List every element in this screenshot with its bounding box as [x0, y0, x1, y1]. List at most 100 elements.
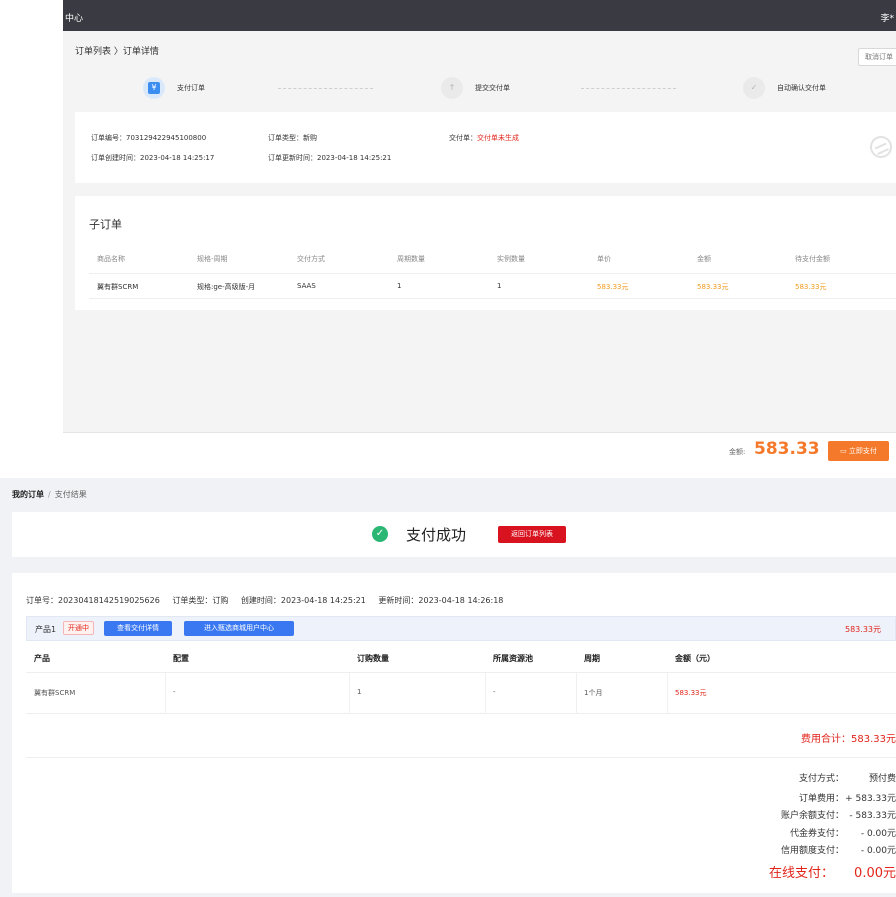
- order-info-card: 订单编号：703129422945100800 订单类型：新购 交付单：交付单未…: [75, 112, 896, 183]
- card-icon: ▭: [840, 447, 849, 455]
- cell-spec: 规格:ge-高级版-月: [197, 283, 256, 291]
- order-meta: 订单号：20230418142519025626 订单类型：订购 创建时间：20…: [26, 595, 513, 606]
- status-badge: 开通中: [63, 621, 94, 635]
- order-updated-time: 更新时间：2023-04-18 14:26:18: [378, 596, 504, 605]
- order-created-time: 创建时间：2023-04-18 14:25:21: [240, 596, 366, 605]
- cancel-order-button[interactable]: 取消订单: [858, 48, 896, 66]
- delivery-value: 交付单未生成: [477, 134, 519, 142]
- cell-cycle-count: 1: [397, 282, 402, 290]
- order-number: 订单号：20230418142519025626: [26, 596, 160, 605]
- cell-quantity: 1: [357, 688, 362, 696]
- table-row: 翼有群SCRM 规格:ge-高级版-月 SAAS 1 1 583.33元 583…: [89, 273, 896, 299]
- breadcrumb-current: 支付结果: [54, 490, 87, 499]
- divider: [26, 757, 896, 758]
- breadcrumb: 我的订单 / 支付结果: [12, 489, 87, 500]
- order-created-time: 订单创建时间：2023-04-18 14:25:17: [91, 154, 215, 162]
- cell-divider: [165, 673, 166, 714]
- user-name[interactable]: 李*: [880, 11, 894, 24]
- order-type: 订单类型：订购: [172, 596, 229, 605]
- cell-pending-amount: 583.33元: [795, 283, 827, 291]
- cell-unit-price: 583.33元: [597, 283, 629, 291]
- summary-label: 账户余额支付：: [780, 811, 844, 821]
- table-header: 产品 配置 订购数量 所属资源池 周期 金额（元）: [26, 642, 896, 673]
- breadcrumb-separator: /: [48, 490, 51, 499]
- order-type: 订单类型：新购: [268, 134, 317, 142]
- amount-label: 金额:: [729, 448, 746, 456]
- breadcrumb[interactable]: 订单列表 〉订单详情: [75, 44, 159, 57]
- order-result-card: 订单号：20230418142519025626 订单类型：订购 创建时间：20…: [12, 573, 896, 893]
- online-pay-value: 0.00元: [854, 866, 896, 881]
- column-header: 所属资源池: [493, 654, 533, 663]
- top-header: 中心 李*: [63, 0, 896, 31]
- cell-divider: [576, 673, 577, 714]
- column-header: 产品: [34, 654, 50, 663]
- summary-order-fee: 订单费用： + 583.33元: [636, 791, 896, 805]
- cell-product: 翼有群SCRM: [34, 689, 76, 697]
- summary-balance-pay: 账户余额支付： - 583.33元: [636, 808, 896, 822]
- amount-value: 583.33: [754, 439, 820, 459]
- step-divider: [581, 88, 676, 89]
- column-header: 实例数量: [497, 255, 525, 263]
- cell-amount: 583.33元: [697, 283, 729, 291]
- column-header: 单价: [597, 255, 611, 263]
- summary-label: 代金券支付：: [789, 829, 844, 839]
- cell-config: -: [173, 688, 176, 696]
- product-bar: 产品1 开通中 查看交付详情 进入甄选商城用户中心 583.33元: [26, 616, 896, 641]
- cell-divider: [485, 673, 486, 714]
- step-divider: [278, 88, 373, 89]
- summary-voucher-pay: 代金券支付： - 0.00元: [636, 826, 896, 840]
- header-title: 中心: [65, 14, 84, 24]
- summary-label: 信用额度支付：: [780, 846, 844, 856]
- upload-icon: ↑: [441, 77, 463, 99]
- summary-credit-pay: 信用额度支付： - 0.00元: [636, 843, 896, 857]
- summary-label: 订单费用：: [798, 794, 844, 804]
- fee-total: 费用合计：583.33元: [801, 734, 896, 745]
- summary-label: 支付方式：: [798, 774, 844, 784]
- summary-online-pay: 在线支付： 0.00元: [636, 862, 896, 881]
- summary-value: - 0.00元: [860, 829, 896, 839]
- back-to-orders-button[interactable]: 返回订单列表: [498, 526, 566, 543]
- cell-amount: 583.33元: [675, 689, 707, 697]
- delivery-status: 交付单：交付单未生成: [449, 133, 519, 143]
- cell-delivery-method: SAAS: [297, 282, 316, 290]
- view-delivery-detail-button[interactable]: 查看交付详情: [104, 621, 172, 636]
- stamp-icon: [866, 132, 896, 162]
- order-detail-panel: 中心 李* 订单列表 〉订单详情 取消订单 ¥ 支付订单 ↑ 提交交付单 ✓ 自…: [63, 0, 896, 470]
- sub-orders-card: 子订单 商品名称 规格-周期 交付方式 周期数量 实例数量 单价 金额 待支付金…: [75, 196, 896, 310]
- step-label: 提交交付单: [475, 84, 510, 92]
- delivery-label: 交付单：: [449, 134, 477, 142]
- product-label: 产品1: [35, 625, 57, 634]
- breadcrumb-root[interactable]: 我的订单: [12, 490, 44, 499]
- product-price: 583.33元: [845, 625, 881, 634]
- sub-orders-title: 子订单: [89, 218, 122, 231]
- cell-product-name: 翼有群SCRM: [97, 283, 139, 291]
- column-header: 金额（元）: [675, 654, 715, 663]
- column-header: 周期数量: [397, 255, 425, 263]
- cell-divider: [349, 673, 350, 714]
- summary-value: 预付费: [868, 774, 896, 784]
- column-header: 商品名称: [97, 255, 125, 263]
- payment-result-panel: 我的订单 / 支付结果 ✓ 支付成功 返回订单列表 订单号：202304181425…: [0, 478, 896, 897]
- summary-payment-method: 支付方式： 预付费: [636, 771, 896, 785]
- table-header: 商品名称 规格-周期 交付方式 周期数量 实例数量 单价 金额 待支付金额: [89, 246, 896, 272]
- enter-mall-user-center-button[interactable]: 进入甄选商城用户中心: [184, 621, 294, 636]
- column-header: 待支付金额: [795, 255, 830, 263]
- summary-value: - 583.33元: [849, 811, 896, 821]
- check-circle-icon: ✓: [372, 526, 388, 542]
- yen-icon: ¥: [143, 77, 165, 99]
- check-icon: ✓: [743, 77, 765, 99]
- cell-instance-count: 1: [497, 282, 502, 290]
- pay-footer: 金额: 583.33 ▭ 立即支付: [63, 432, 896, 470]
- column-header: 规格-周期: [197, 255, 228, 263]
- pay-now-button[interactable]: ▭ 立即支付: [828, 441, 889, 461]
- online-pay-label: 在线支付：: [768, 866, 834, 881]
- column-header: 订购数量: [357, 654, 389, 663]
- pay-now-label: 立即支付: [848, 447, 877, 455]
- success-message: 支付成功: [406, 526, 467, 544]
- table-row: 翼有群SCRM - 1 - 1个月 583.33元: [26, 673, 896, 714]
- cell-resource-pool: -: [493, 688, 496, 696]
- order-updated-time: 订单更新时间：2023-04-18 14:25:21: [268, 154, 392, 162]
- cell-period: 1个月: [584, 689, 603, 697]
- column-header: 配置: [173, 654, 189, 663]
- column-header: 金额: [697, 255, 711, 263]
